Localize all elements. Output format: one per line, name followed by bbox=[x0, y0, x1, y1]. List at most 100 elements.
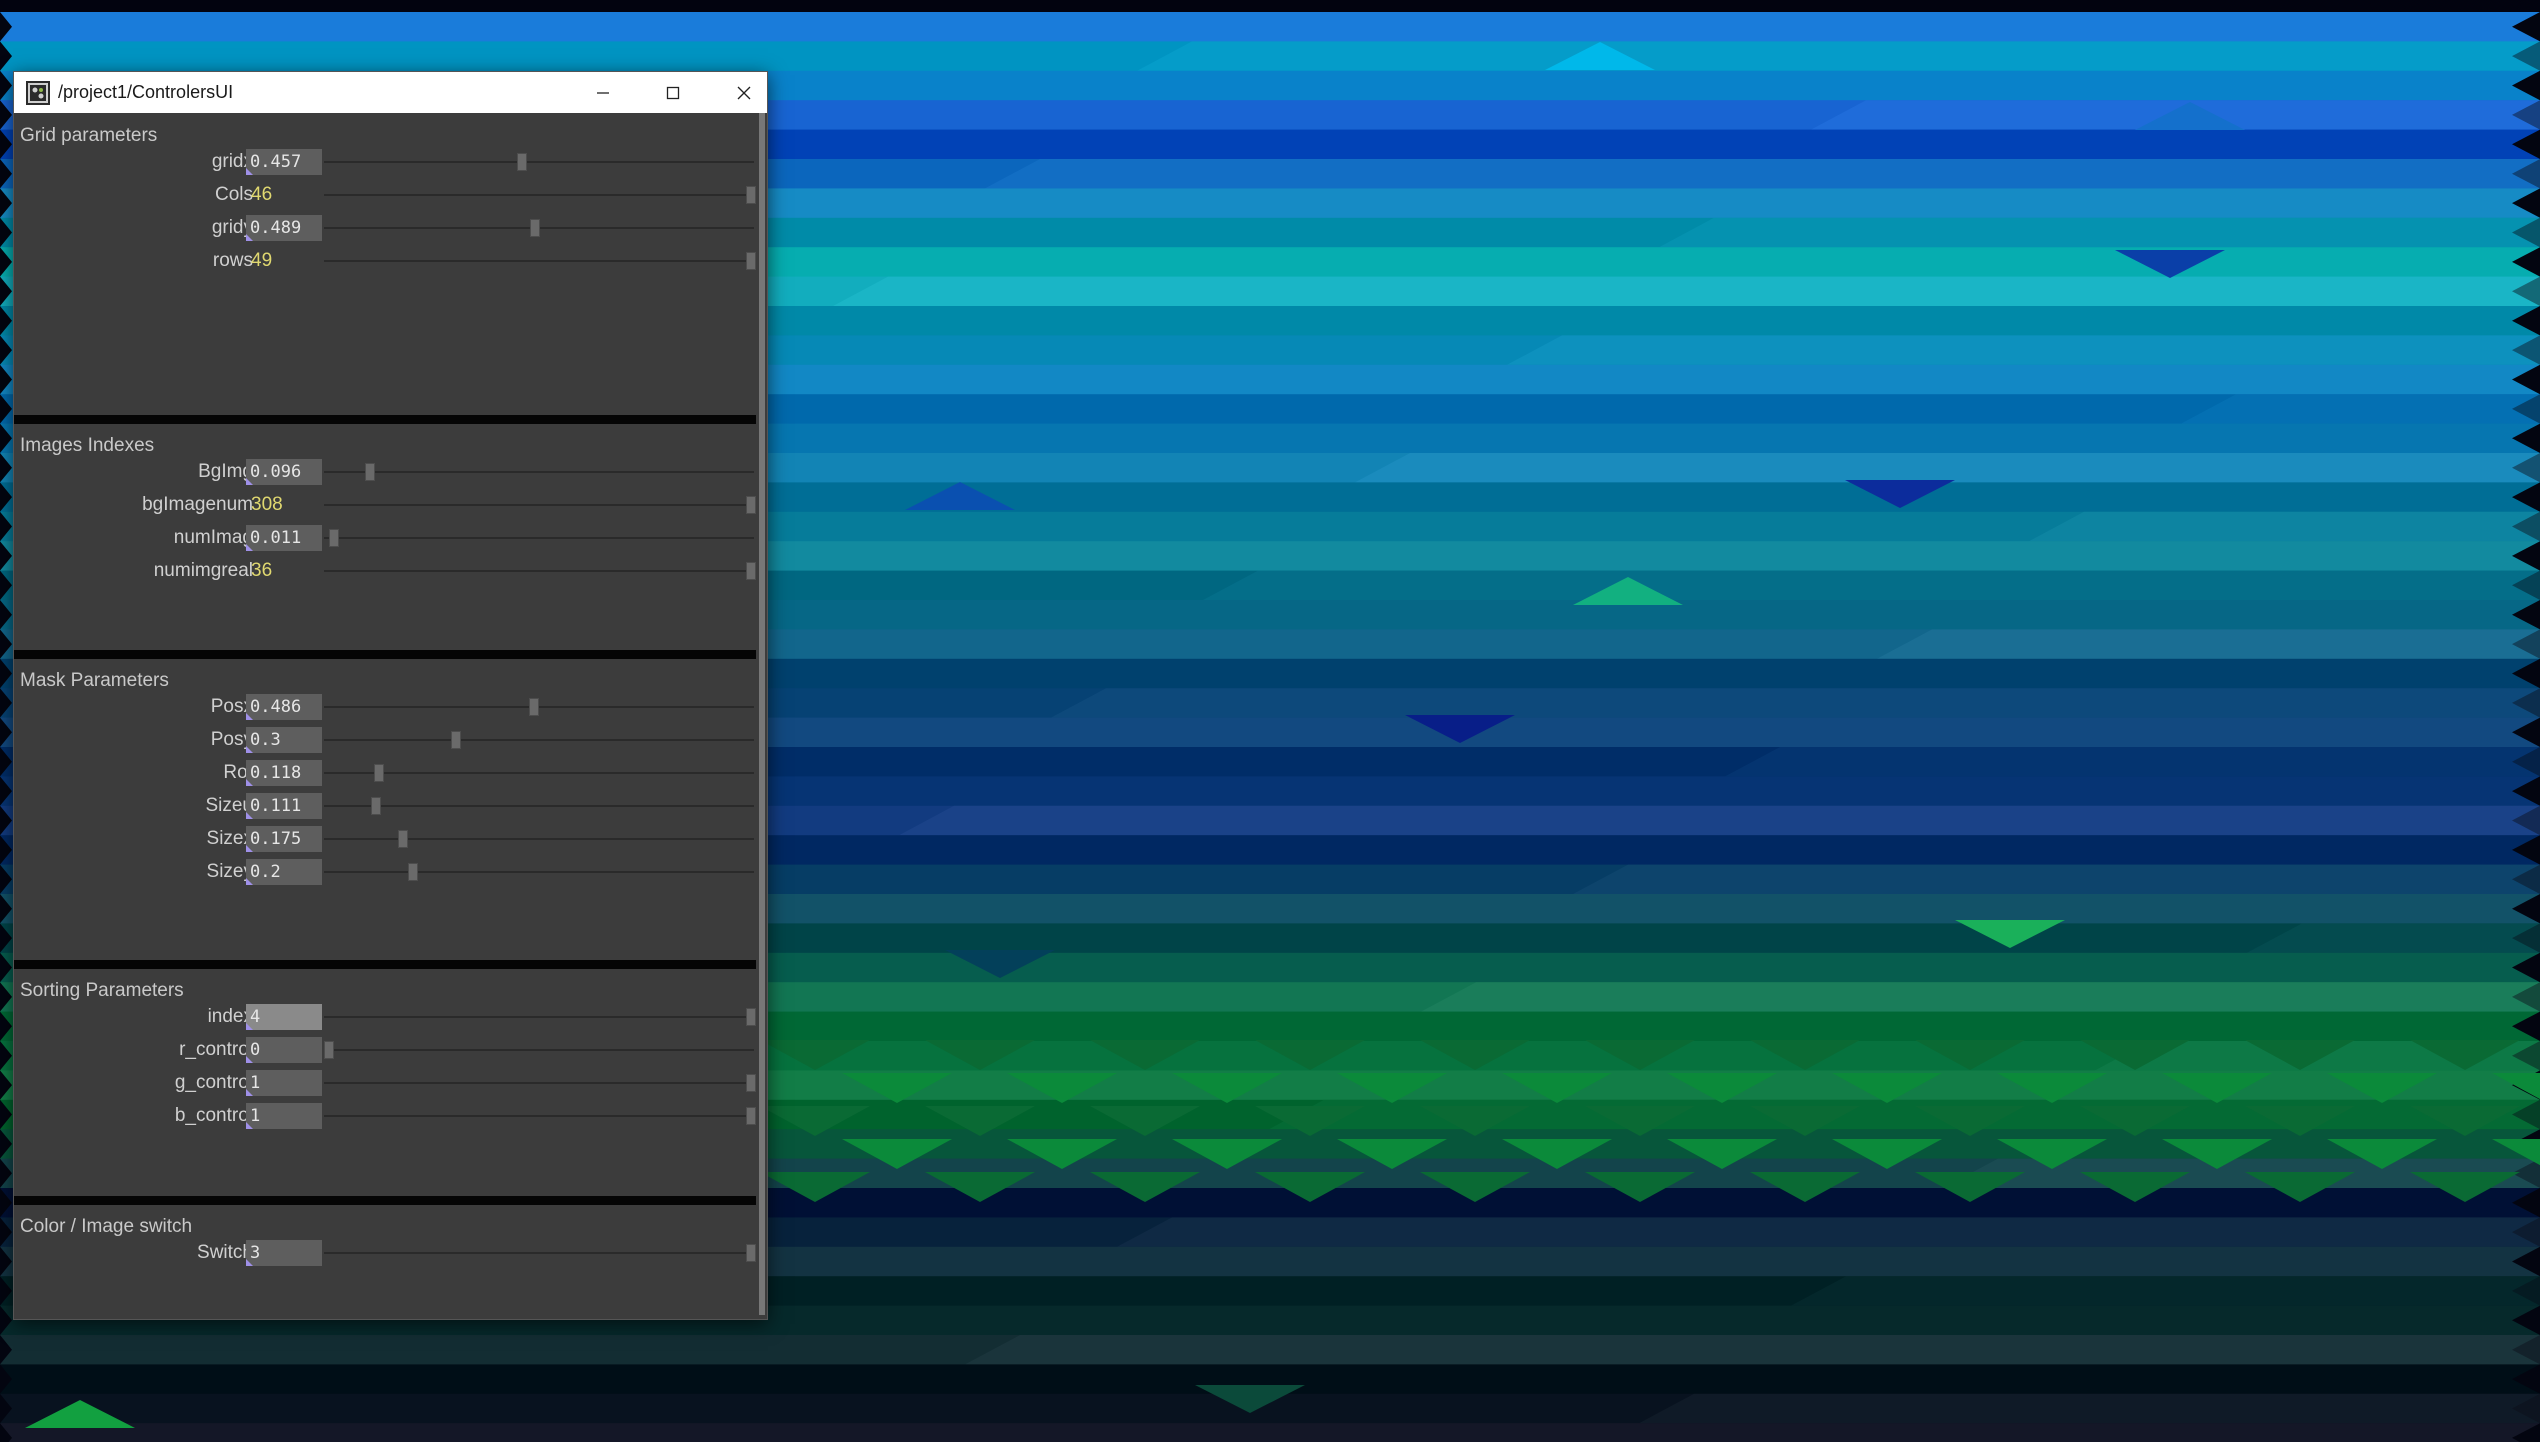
section-title: Sorting Parameters bbox=[20, 980, 184, 1001]
minimize-button[interactable] bbox=[571, 72, 635, 113]
slider-track[interactable] bbox=[324, 570, 754, 572]
slider-track[interactable] bbox=[324, 161, 754, 163]
slider-track[interactable] bbox=[324, 194, 754, 196]
param-value-field[interactable]: 0.011 bbox=[246, 525, 322, 551]
param-label: BgImg bbox=[198, 461, 253, 482]
param-value: 0.2 bbox=[250, 862, 281, 882]
slider-track[interactable] bbox=[324, 537, 754, 539]
param-label: b_control bbox=[174, 1105, 253, 1126]
section-title: Color / Image switch bbox=[20, 1216, 193, 1237]
slider-track[interactable] bbox=[324, 504, 754, 506]
param-label: rows bbox=[212, 250, 253, 271]
param-value-field[interactable]: 0.096 bbox=[246, 459, 322, 485]
slider-handle[interactable] bbox=[324, 1041, 334, 1059]
slider-handle[interactable] bbox=[370, 797, 381, 815]
parameter-panel: Grid parameters gridx 0.457 Cols 46 gridy 0.48… bbox=[14, 113, 767, 1319]
slider-handle[interactable] bbox=[373, 764, 384, 782]
param-value-field[interactable]: 1 bbox=[246, 1070, 322, 1096]
slider-handle[interactable] bbox=[746, 496, 756, 514]
close-icon bbox=[737, 86, 751, 99]
param-row-b_control: b_control 1 bbox=[14, 1103, 756, 1129]
field-corner-marker bbox=[246, 168, 253, 175]
slider-handle[interactable] bbox=[529, 698, 540, 716]
param-row-rot: Rot 0.118 bbox=[14, 760, 756, 786]
field-corner-marker bbox=[246, 779, 253, 786]
slider-track[interactable] bbox=[324, 739, 754, 741]
slider-handle[interactable] bbox=[364, 463, 375, 481]
field-corner-marker bbox=[246, 1089, 253, 1096]
slider-handle[interactable] bbox=[408, 863, 419, 881]
slider-handle[interactable] bbox=[530, 219, 541, 237]
param-row-sizeu: Sizeu 0.111 bbox=[14, 793, 756, 819]
param-row-switch: Switch 3 bbox=[14, 1240, 756, 1266]
param-label: g_control bbox=[174, 1072, 253, 1093]
slider-handle[interactable] bbox=[450, 731, 461, 749]
param-value: 0.489 bbox=[250, 218, 302, 238]
param-label: Cols bbox=[214, 184, 253, 205]
vertical-scrollbar[interactable] bbox=[759, 113, 765, 1315]
param-value-field[interactable]: 0.111 bbox=[246, 793, 322, 819]
field-corner-marker bbox=[246, 234, 253, 241]
slider-track[interactable] bbox=[324, 1252, 754, 1254]
param-value: 0.486 bbox=[250, 697, 302, 717]
slider-track[interactable] bbox=[324, 838, 754, 840]
param-row-index: index 4 bbox=[14, 1004, 756, 1030]
param-value-field[interactable]: 0.3 bbox=[246, 727, 322, 753]
param-row-bgimg: BgImg 0.096 bbox=[14, 459, 756, 485]
controllers-window: /project1/ControlersUI Grid parameters gr… bbox=[13, 71, 768, 1320]
field-corner-marker bbox=[246, 1023, 253, 1030]
touchdesigner-app-icon bbox=[26, 80, 50, 105]
slider-handle[interactable] bbox=[746, 1074, 756, 1092]
title-bar[interactable]: /project1/ControlersUI bbox=[14, 72, 767, 113]
slider-handle[interactable] bbox=[746, 1244, 756, 1262]
param-value[interactable]: 46 bbox=[251, 182, 272, 208]
param-value-field[interactable]: 0.2 bbox=[246, 859, 322, 885]
param-row-rows: rows 49 bbox=[14, 248, 756, 274]
param-value-field[interactable]: 0.118 bbox=[246, 760, 322, 786]
section-divider bbox=[14, 650, 756, 659]
param-row-numimgreal: numimgreal 36 bbox=[14, 558, 756, 584]
slider-track[interactable] bbox=[324, 805, 754, 807]
param-value-field[interactable]: 0.486 bbox=[246, 694, 322, 720]
param-value-field[interactable]: 1 bbox=[246, 1103, 322, 1129]
param-value-field[interactable]: 4 bbox=[246, 1004, 322, 1030]
section-title: Images Indexes bbox=[20, 435, 155, 456]
param-value: 0.457 bbox=[250, 152, 302, 172]
slider-handle[interactable] bbox=[746, 1107, 756, 1125]
field-corner-marker bbox=[246, 1056, 253, 1063]
slider-handle[interactable] bbox=[397, 830, 408, 848]
slider-handle[interactable] bbox=[516, 153, 527, 171]
section-title: Grid parameters bbox=[20, 125, 158, 146]
param-value-field[interactable]: 0.457 bbox=[246, 149, 322, 175]
window-title: /project1/ControlersUI bbox=[58, 82, 234, 102]
param-value-field[interactable]: 0.489 bbox=[246, 215, 322, 241]
param-value[interactable]: 308 bbox=[251, 492, 283, 518]
param-value[interactable]: 49 bbox=[251, 248, 272, 274]
slider-track[interactable] bbox=[324, 260, 754, 262]
maximize-button[interactable] bbox=[641, 72, 705, 113]
slider-track[interactable] bbox=[324, 1016, 754, 1018]
slider-track[interactable] bbox=[324, 1082, 754, 1084]
slider-handle[interactable] bbox=[746, 1008, 756, 1026]
slider-handle[interactable] bbox=[746, 186, 756, 204]
param-row-g_control: g_control 1 bbox=[14, 1070, 756, 1096]
param-value: 0.3 bbox=[250, 730, 281, 750]
slider-handle[interactable] bbox=[746, 252, 756, 270]
minimize-icon bbox=[597, 91, 609, 94]
field-corner-marker bbox=[246, 478, 253, 485]
close-button[interactable] bbox=[712, 72, 776, 113]
slider-track[interactable] bbox=[324, 1115, 754, 1117]
param-row-cols: Cols 46 bbox=[14, 182, 756, 208]
slider-handle[interactable] bbox=[746, 562, 756, 580]
field-corner-marker bbox=[246, 746, 253, 753]
param-value-field[interactable]: 3 bbox=[246, 1240, 322, 1266]
param-value-field[interactable]: 0.175 bbox=[246, 826, 322, 852]
slider-track[interactable] bbox=[324, 471, 754, 473]
slider-track[interactable] bbox=[324, 772, 754, 774]
param-value[interactable]: 36 bbox=[251, 558, 272, 584]
slider-track[interactable] bbox=[324, 1049, 754, 1051]
slider-track[interactable] bbox=[324, 871, 754, 873]
slider-handle[interactable] bbox=[328, 529, 339, 547]
field-corner-marker bbox=[246, 713, 253, 720]
param-value-field[interactable]: 0 bbox=[246, 1037, 322, 1063]
